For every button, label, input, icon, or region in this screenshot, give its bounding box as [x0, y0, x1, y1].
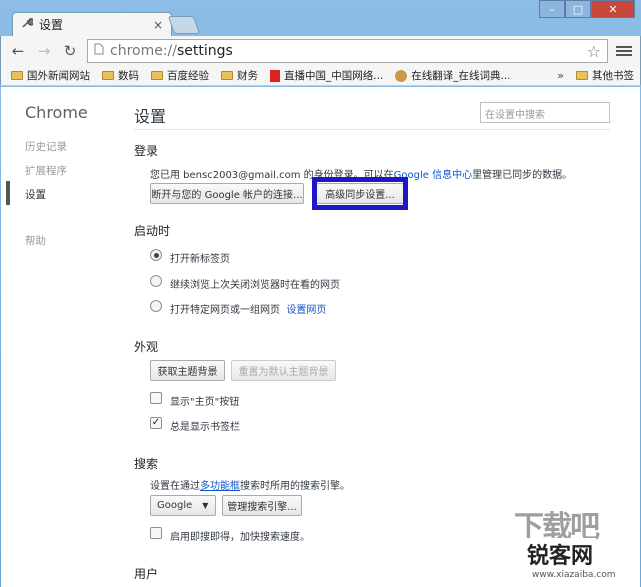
- watermark-site: 锐客网: [524, 538, 597, 570]
- sidebar-item-settings[interactable]: 设置: [25, 187, 46, 202]
- wrench-icon: [21, 17, 35, 32]
- bookmark-item[interactable]: 数码: [102, 68, 139, 83]
- search-description: 设置在通过多功能框搜索时所用的搜索引擎。: [150, 481, 350, 492]
- minimize-button[interactable]: –: [539, 0, 565, 18]
- folder-icon: [221, 71, 233, 80]
- show-home-checkbox[interactable]: [150, 392, 162, 404]
- reset-theme-button[interactable]: 重置为默认主题背景: [231, 360, 336, 381]
- forward-icon[interactable]: →: [35, 42, 53, 60]
- back-icon[interactable]: ←: [9, 42, 27, 60]
- instant-search-checkbox[interactable]: [150, 527, 162, 539]
- folder-icon: [576, 71, 588, 80]
- folder-icon: [11, 71, 23, 80]
- get-themes-button[interactable]: 获取主题背景: [150, 360, 225, 381]
- appearance-heading: 外观: [134, 340, 159, 354]
- startup-option-label: 继续浏览上次关闭浏览器时在看的网页: [170, 280, 340, 291]
- bookmark-item[interactable]: 财务: [221, 68, 258, 83]
- sidebar-selected-indicator: [6, 181, 10, 205]
- users-heading: 用户: [134, 567, 159, 581]
- bookmarks-bar: 国外新闻网站 数码 百度经验 财务 直播中国_中国网络... 在线翻译_在线词典…: [0, 66, 641, 86]
- bookmarks-overflow-button[interactable]: »: [557, 69, 564, 82]
- startup-option-label: 打开新标签页: [170, 254, 230, 265]
- site-logo-icon: [270, 69, 280, 82]
- browser-window: 设置 × – □ ✕ ← → ↻ chrome://settings ☆ 国外新…: [0, 0, 641, 587]
- manage-search-engines-button[interactable]: 管理搜索引擎...: [222, 495, 302, 516]
- instant-search-label: 启用即搜即得，加快搜索速度。: [170, 532, 310, 543]
- close-tab-icon[interactable]: ×: [153, 18, 163, 32]
- set-pages-link[interactable]: 设置网页: [286, 305, 326, 316]
- reload-icon[interactable]: ↻: [61, 42, 79, 60]
- toolbar: ← → ↻ chrome://settings ☆: [0, 36, 641, 66]
- bookmark-item[interactable]: 百度经验: [151, 68, 209, 83]
- bookmark-item[interactable]: 在线翻译_在线词典...: [395, 68, 511, 83]
- startup-heading: 启动时: [134, 224, 171, 238]
- show-bookmarks-label: 总是显示书签栏: [170, 422, 240, 433]
- star-icon[interactable]: ☆: [587, 42, 601, 61]
- page-icon: [94, 43, 104, 59]
- startup-radio-newtab[interactable]: [150, 249, 162, 261]
- close-window-button[interactable]: ✕: [591, 0, 635, 18]
- startup-option-label: 打开特定网页或一组网页 设置网页: [170, 305, 327, 316]
- other-bookmarks[interactable]: 其他书签: [576, 68, 640, 83]
- bookmark-item[interactable]: 国外新闻网站: [11, 68, 90, 83]
- divider: [134, 129, 610, 130]
- address-bar[interactable]: chrome://settings ☆: [87, 39, 608, 63]
- folder-icon: [102, 71, 114, 80]
- site-logo-icon: [395, 69, 408, 82]
- tab-title: 设置: [39, 18, 64, 32]
- tab-settings[interactable]: 设置 ×: [12, 12, 172, 36]
- settings-search-input[interactable]: 在设置中搜索: [480, 102, 610, 123]
- signin-heading: 登录: [134, 144, 159, 158]
- menu-icon[interactable]: [616, 43, 632, 59]
- page-title: 设置: [134, 107, 167, 126]
- maximize-button[interactable]: □: [565, 0, 591, 18]
- url-scheme: chrome://: [110, 43, 177, 59]
- sidebar: Chrome 历史记录 扩展程序 设置 帮助: [1, 87, 126, 587]
- url-path: settings: [177, 43, 233, 59]
- startup-radio-continue[interactable]: [150, 275, 162, 287]
- sidebar-item-help[interactable]: 帮助: [25, 233, 46, 248]
- search-engine-select[interactable]: Google ▼: [150, 495, 216, 516]
- window-controls: – □ ✕: [539, 0, 635, 18]
- show-home-label: 显示"主页"按钮: [170, 397, 240, 408]
- startup-radio-specific[interactable]: [150, 300, 162, 312]
- highlight-box: [312, 177, 408, 210]
- sidebar-brand: Chrome: [25, 103, 88, 122]
- new-tab-button[interactable]: [167, 16, 201, 34]
- chevron-down-icon: ▼: [202, 501, 209, 510]
- bookmark-item[interactable]: 直播中国_中国网络...: [270, 68, 383, 83]
- sidebar-item-extensions[interactable]: 扩展程序: [25, 163, 67, 178]
- watermark-url: www.xiazaiba.com: [532, 570, 616, 580]
- disconnect-account-button[interactable]: 断开与您的 Google 帐户的连接...: [150, 183, 304, 204]
- omnibox-link[interactable]: 多功能框: [200, 481, 240, 492]
- sidebar-item-history[interactable]: 历史记录: [25, 139, 67, 154]
- show-bookmarks-checkbox[interactable]: ✓: [150, 417, 162, 429]
- watermark: 下载吧 锐客网 www.xiazaiba.com: [510, 500, 638, 584]
- search-heading: 搜索: [134, 457, 159, 471]
- title-bar: 设置 × – □ ✕: [0, 0, 641, 36]
- folder-icon: [151, 71, 163, 80]
- settings-page: Chrome 历史记录 扩展程序 设置 帮助 设置 在设置中搜索 登录 您已用 …: [1, 87, 640, 587]
